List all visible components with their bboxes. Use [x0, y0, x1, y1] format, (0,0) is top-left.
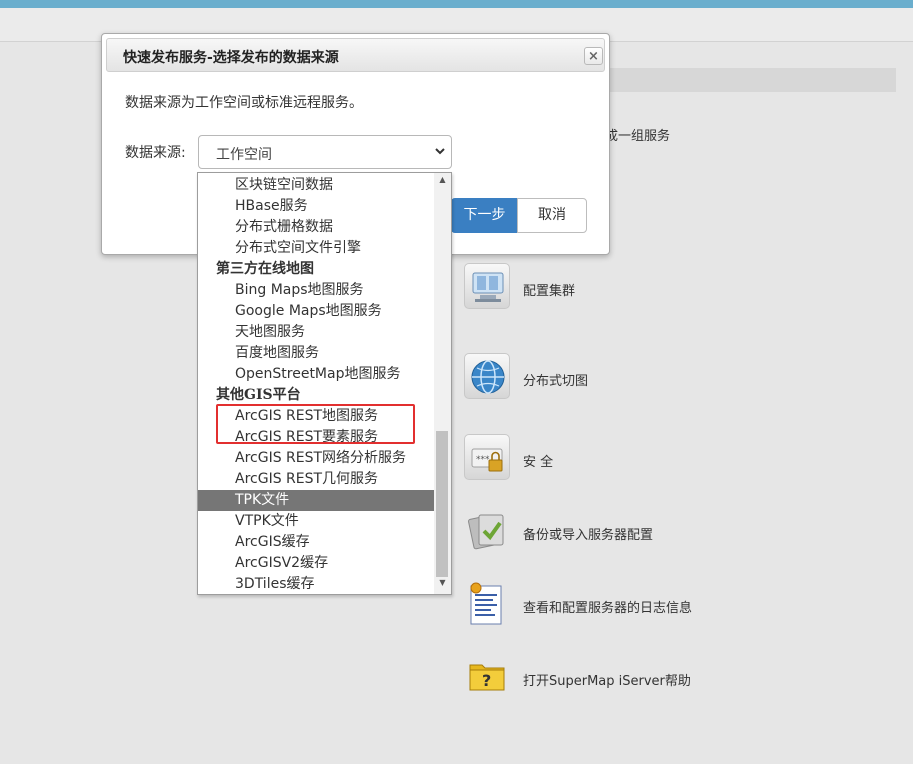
- dropdown-group-label: 第三方在线地图: [216, 261, 314, 277]
- cancel-button[interactable]: 取消: [517, 198, 587, 233]
- svg-text:?: ?: [482, 671, 491, 690]
- dropdown-option[interactable]: 百度地图服务: [198, 343, 434, 364]
- background-partial-text: 成一组服务: [605, 129, 671, 144]
- backup-import-label: 备份或导入服务器配置: [523, 528, 654, 543]
- distributed-tile-label: 分布式切图: [523, 374, 589, 389]
- data-source-select[interactable]: 工作空间: [198, 135, 452, 169]
- dropdown-option[interactable]: HBase服务: [198, 196, 434, 217]
- svg-text:***: ***: [476, 455, 490, 465]
- dropdown-option[interactable]: Bing Maps地图服务: [198, 280, 434, 301]
- backup-import-icon: [464, 507, 510, 553]
- dropdown-option[interactable]: Google Maps地图服务: [198, 301, 434, 322]
- dropdown-option[interactable]: ArcGIS缓存: [198, 532, 434, 553]
- source-label: 数据来源:: [125, 145, 186, 161]
- dropdown-option[interactable]: VTPK文件: [198, 511, 434, 532]
- dropdown-option[interactable]: ArcGIS REST地图服务: [198, 406, 434, 427]
- dropdown-option[interactable]: ArcGIS REST几何服务: [198, 469, 434, 490]
- top-bar: [0, 0, 913, 8]
- chevron-down-icon: [434, 143, 446, 162]
- scroll-down-arrow-icon[interactable]: ▼: [434, 578, 451, 592]
- dropdown-option[interactable]: ArcGIS REST要素服务: [198, 427, 434, 448]
- cluster-config-label: 配置集群: [523, 284, 576, 299]
- dropdown-group-label: 其他GIS平台: [216, 387, 301, 403]
- cluster-config-icon: [464, 263, 510, 309]
- data-source-dropdown-list: 区块链空间数据 HBase服务 分布式栅格数据 分布式空间文件引擎第三方在线地图 Bin…: [197, 172, 452, 595]
- dropdown-option[interactable]: OpenStreetMap地图服务: [198, 364, 434, 385]
- help-label: 打开SuperMap iServer帮助: [523, 674, 691, 689]
- dropdown-option[interactable]: TPK文件: [198, 490, 434, 511]
- dropdown-options: 区块链空间数据 HBase服务 分布式栅格数据 分布式空间文件引擎第三方在线地图 Bin…: [198, 175, 434, 594]
- dropdown-option[interactable]: ArcGISV2缓存: [198, 553, 434, 574]
- data-source-selected-value: 工作空间: [216, 147, 272, 163]
- globe-tile-icon: [464, 353, 510, 399]
- dropdown-scrollbar[interactable]: ▲ ▼: [434, 173, 451, 594]
- dropdown-option[interactable]: 区块链空间数据: [198, 175, 434, 196]
- scroll-up-arrow-icon[interactable]: ▲: [434, 175, 451, 189]
- dialog-description: 数据来源为工作空间或标准远程服务。: [125, 95, 363, 111]
- scrollbar-thumb[interactable]: [436, 431, 448, 577]
- next-button[interactable]: 下一步: [451, 198, 518, 233]
- dropdown-option[interactable]: 3DTiles缓存: [198, 574, 434, 594]
- dropdown-option[interactable]: ArcGIS REST网络分析服务: [198, 448, 434, 469]
- lock-security-icon: ***: [464, 434, 510, 480]
- section-header-strip: [600, 68, 896, 92]
- dialog-title: 快速发布服务-选择发布的数据来源: [123, 50, 339, 66]
- dropdown-option[interactable]: 分布式栅格数据: [198, 217, 434, 238]
- log-document-icon: [464, 580, 510, 626]
- dialog-header[interactable]: 快速发布服务-选择发布的数据来源 ×: [106, 38, 605, 72]
- security-label: 安 全: [523, 455, 554, 470]
- dropdown-option[interactable]: 天地图服务: [198, 322, 434, 343]
- log-config-label: 查看和配置服务器的日志信息: [523, 601, 693, 616]
- dropdown-option[interactable]: 分布式空间文件引擎: [198, 238, 434, 259]
- help-folder-icon: ?: [464, 653, 510, 699]
- close-button[interactable]: ×: [584, 47, 603, 65]
